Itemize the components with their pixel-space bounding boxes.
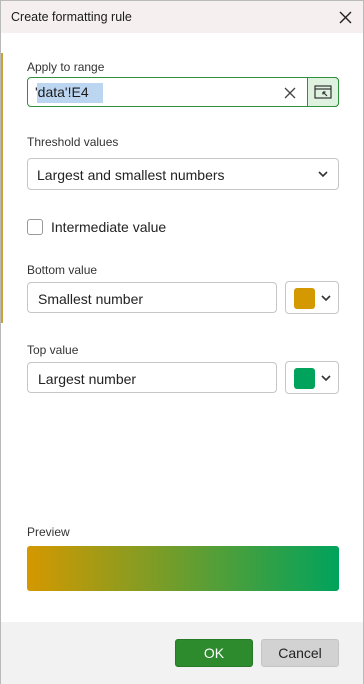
clear-range-button[interactable]	[280, 83, 300, 103]
bottom-value-text: Smallest number	[38, 291, 144, 307]
threshold-selected-value: Largest and smallest numbers	[37, 167, 225, 183]
bottom-value-field[interactable]: Smallest number	[27, 282, 277, 313]
range-select-icon	[314, 85, 332, 99]
preview-label: Preview	[27, 525, 70, 539]
range-select-button[interactable]	[307, 77, 339, 107]
close-button[interactable]	[333, 5, 357, 29]
threshold-values-dropdown[interactable]: Largest and smallest numbers	[27, 158, 339, 190]
bottom-value-label: Bottom value	[27, 263, 98, 277]
apply-range-label: Apply to range	[27, 60, 105, 74]
bottom-color-picker[interactable]	[285, 281, 339, 314]
top-color-picker[interactable]	[285, 361, 339, 394]
top-value-field[interactable]: Largest number	[27, 362, 277, 393]
threshold-values-label: Threshold values	[27, 135, 119, 149]
ok-button[interactable]: OK	[175, 639, 253, 667]
clear-x-icon	[284, 87, 296, 99]
close-icon	[339, 11, 351, 23]
background-sheet-edge	[1, 53, 3, 323]
preview-gradient-bar	[27, 546, 339, 591]
intermediate-value-row: Intermediate value	[27, 218, 166, 236]
chevron-down-icon	[318, 171, 328, 178]
dialog-footer: OK Cancel	[1, 622, 363, 684]
chevron-down-icon	[321, 295, 331, 302]
top-value-label: Top value	[27, 343, 79, 357]
dialog-titlebar: Create formatting rule	[1, 1, 363, 33]
intermediate-value-label: Intermediate value	[51, 219, 167, 235]
create-formatting-rule-dialog: Create formatting rule Apply to range Th…	[0, 0, 364, 684]
intermediate-value-checkbox[interactable]	[27, 219, 43, 235]
bottom-color-swatch	[294, 288, 315, 309]
apply-range-input[interactable]	[35, 82, 275, 102]
apply-range-field	[27, 77, 339, 107]
dialog-title: Create formatting rule	[11, 10, 132, 24]
top-value-text: Largest number	[38, 371, 137, 387]
top-color-swatch	[294, 368, 315, 389]
chevron-down-icon	[321, 375, 331, 382]
cancel-button[interactable]: Cancel	[261, 639, 339, 667]
